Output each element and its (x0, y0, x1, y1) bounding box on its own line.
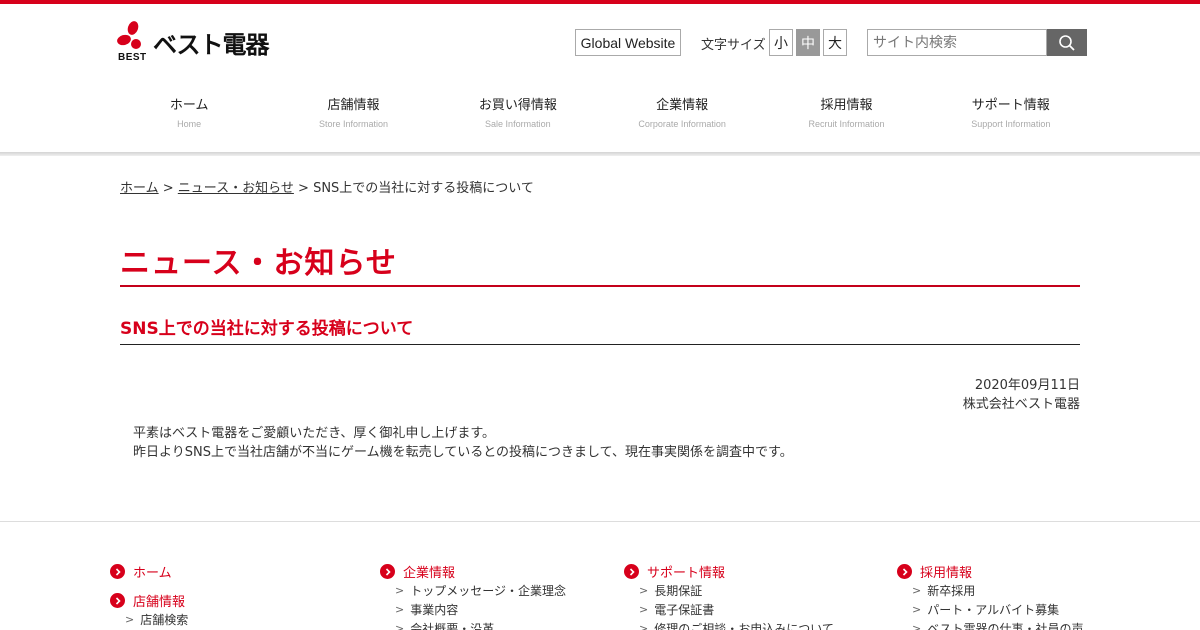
article-body: 平素はベスト電器をご愛顧いただき、厚く御礼申し上げます。 昨日よりSNS上で当社… (133, 424, 793, 462)
footer-sublink[interactable]: > ベスト電器の仕事・社員の声 (897, 619, 1083, 630)
footer-sublink-label: トップメッセージ・企業理念 (410, 584, 566, 598)
chevron-right-circle-icon (624, 564, 639, 579)
nav-divider (0, 152, 1200, 156)
nav-item-label: 企業情報 (656, 98, 709, 113)
article-title-underline (120, 344, 1080, 345)
footer-divider (0, 521, 1200, 522)
breadcrumb-news-link[interactable]: ニュース・お知らせ (178, 181, 294, 196)
footer-sublink[interactable]: > 長期保証 (624, 581, 834, 600)
font-size-medium-button[interactable]: 中 (796, 29, 820, 56)
footer-sublink-label: 新卒採用 (927, 584, 976, 598)
footer-sublink-label: 長期保証 (654, 584, 703, 598)
breadcrumb-home-link[interactable]: ホーム (120, 181, 159, 196)
breadcrumb: ホーム > ニュース・お知らせ > SNS上での当社に対する投稿について (120, 177, 534, 196)
nav-item-corporate[interactable]: 企業情報 Corporate Information (600, 96, 764, 140)
breadcrumb-separator: > (158, 181, 178, 196)
footer-link-label: ホーム (133, 566, 172, 581)
logo-sub-text: BEST (118, 52, 147, 63)
nav-item-label: 採用情報 (820, 98, 873, 113)
chevron-right-icon: > (912, 603, 922, 616)
footer-link-label: 採用情報 (920, 566, 973, 581)
footer-sublink-label: 店舗検索 (140, 613, 189, 627)
site-search-input[interactable] (867, 29, 1047, 56)
chevron-right-icon: > (912, 584, 922, 597)
font-size-small-button[interactable]: 小 (769, 29, 793, 56)
footer-link-label: 店舗情報 (133, 595, 186, 610)
nav-item-sublabel: Corporate Information (638, 119, 726, 129)
chevron-right-icon: > (639, 622, 649, 630)
footer-link-home[interactable]: ホーム (110, 562, 188, 581)
nav-item-support[interactable]: サポート情報 Support Information (929, 96, 1093, 140)
chevron-right-icon: > (912, 622, 922, 630)
search-icon (1059, 34, 1075, 51)
article-paragraph: 昨日よりSNS上で当社店舗が不当にゲーム機を転売しているとの投稿につきまして、現… (133, 445, 793, 460)
article-date: 2020年09月11日 (974, 378, 1080, 393)
chevron-right-icon: > (125, 613, 135, 626)
footer-column-1: ホーム 店舗情報 > 店舗検索 (110, 562, 188, 629)
nav-item-recruit[interactable]: 採用情報 Recruit Information (764, 96, 928, 140)
footer-sublink[interactable]: > 会社概要・沿革 (380, 619, 566, 630)
nav-item-store[interactable]: 店舗情報 Store Information (271, 96, 435, 140)
nav-item-sublabel: Home (177, 119, 202, 129)
article-company: 株式会社ベスト電器 (962, 397, 1080, 412)
article-paragraph: 平素はベスト電器をご愛顧いただき、厚く御礼申し上げます。 (133, 426, 496, 441)
footer-sublink-label: パート・アルバイト募集 (927, 603, 1060, 617)
footer-column-3: サポート情報 > 長期保証 > 電子保証書 > 修理のご相談・お申込みについて (624, 562, 834, 630)
footer-link-support[interactable]: サポート情報 (624, 562, 834, 581)
nav-item-sublabel: Recruit Information (808, 119, 885, 129)
chevron-right-icon: > (395, 622, 405, 630)
nav-item-home[interactable]: ホーム Home (107, 96, 271, 140)
chevron-right-icon: > (639, 584, 649, 597)
logo-text: ベスト電器 (153, 31, 269, 59)
chevron-right-icon: > (395, 603, 405, 616)
footer-sublink[interactable]: > 修理のご相談・お申込みについて (624, 619, 834, 630)
site-logo[interactable]: ベスト電器 BEST (116, 20, 291, 64)
breadcrumb-current: SNS上での当社に対する投稿について (313, 181, 534, 196)
chevron-right-icon: > (639, 603, 649, 616)
footer-sublink-store-search[interactable]: > 店舗検索 (110, 610, 188, 629)
nav-item-label: サポート情報 (971, 98, 1050, 113)
footer-sublink-label: 電子保証書 (654, 603, 715, 617)
footer-sublink-label: ベスト電器の仕事・社員の声 (927, 622, 1084, 630)
breadcrumb-separator: > (293, 181, 314, 196)
footer-sublink[interactable]: > 新卒採用 (897, 581, 1083, 600)
footer-sublink-label: 事業内容 (410, 603, 459, 617)
font-size-label: 文字サイズ (701, 38, 766, 53)
nav-item-label: 店舗情報 (327, 98, 380, 113)
page-title: ニュース・お知らせ (120, 246, 397, 281)
global-website-button[interactable]: Global Website (575, 29, 681, 56)
footer-link-stores[interactable]: 店舗情報 (110, 591, 188, 610)
nav-item-sublabel: Support Information (971, 119, 1051, 129)
top-accent-bar (0, 0, 1200, 4)
footer-sublink-label: 修理のご相談・お申込みについて (654, 622, 834, 630)
footer-sublink[interactable]: > 事業内容 (380, 600, 566, 619)
footer-sublink[interactable]: > トップメッセージ・企業理念 (380, 581, 566, 600)
footer-sublink-label: 会社概要・沿革 (410, 622, 495, 630)
search-button[interactable] (1047, 29, 1087, 56)
footer-column-4: 採用情報 > 新卒採用 > パート・アルバイト募集 > ベスト電器の仕事・社員の声 (897, 562, 1083, 630)
nav-item-sale[interactable]: お買い得情報 Sale Information (436, 96, 600, 140)
nav-item-sublabel: Sale Information (485, 119, 551, 129)
global-nav: ホーム Home 店舗情報 Store Information お買い得情報 S… (107, 96, 1093, 140)
footer-sublink[interactable]: > パート・アルバイト募集 (897, 600, 1083, 619)
chevron-right-circle-icon (897, 564, 912, 579)
footer-column-2: 企業情報 > トップメッセージ・企業理念 > 事業内容 > 会社概要・沿革 (380, 562, 566, 630)
article-meta: 2020年09月11日 株式会社ベスト電器 (963, 376, 1080, 414)
nav-item-label: ホーム (169, 98, 209, 113)
footer-link-label: サポート情報 (647, 566, 726, 581)
logo-mark-icon (117, 21, 141, 49)
nav-item-label: お買い得情報 (478, 98, 557, 113)
footer-link-corporate[interactable]: 企業情報 (380, 562, 566, 581)
footer-sublink[interactable]: > 電子保証書 (624, 600, 834, 619)
font-size-large-button[interactable]: 大 (823, 29, 847, 56)
chevron-right-circle-icon (110, 593, 125, 608)
page-title-underline (120, 285, 1080, 287)
chevron-right-icon: > (395, 584, 405, 597)
article-title: SNS上での当社に対する投稿について (120, 319, 414, 339)
chevron-right-circle-icon (380, 564, 395, 579)
nav-item-sublabel: Store Information (318, 119, 389, 129)
footer-link-label: 企業情報 (403, 566, 456, 581)
chevron-right-circle-icon (110, 564, 125, 579)
footer-link-recruit[interactable]: 採用情報 (897, 562, 1083, 581)
